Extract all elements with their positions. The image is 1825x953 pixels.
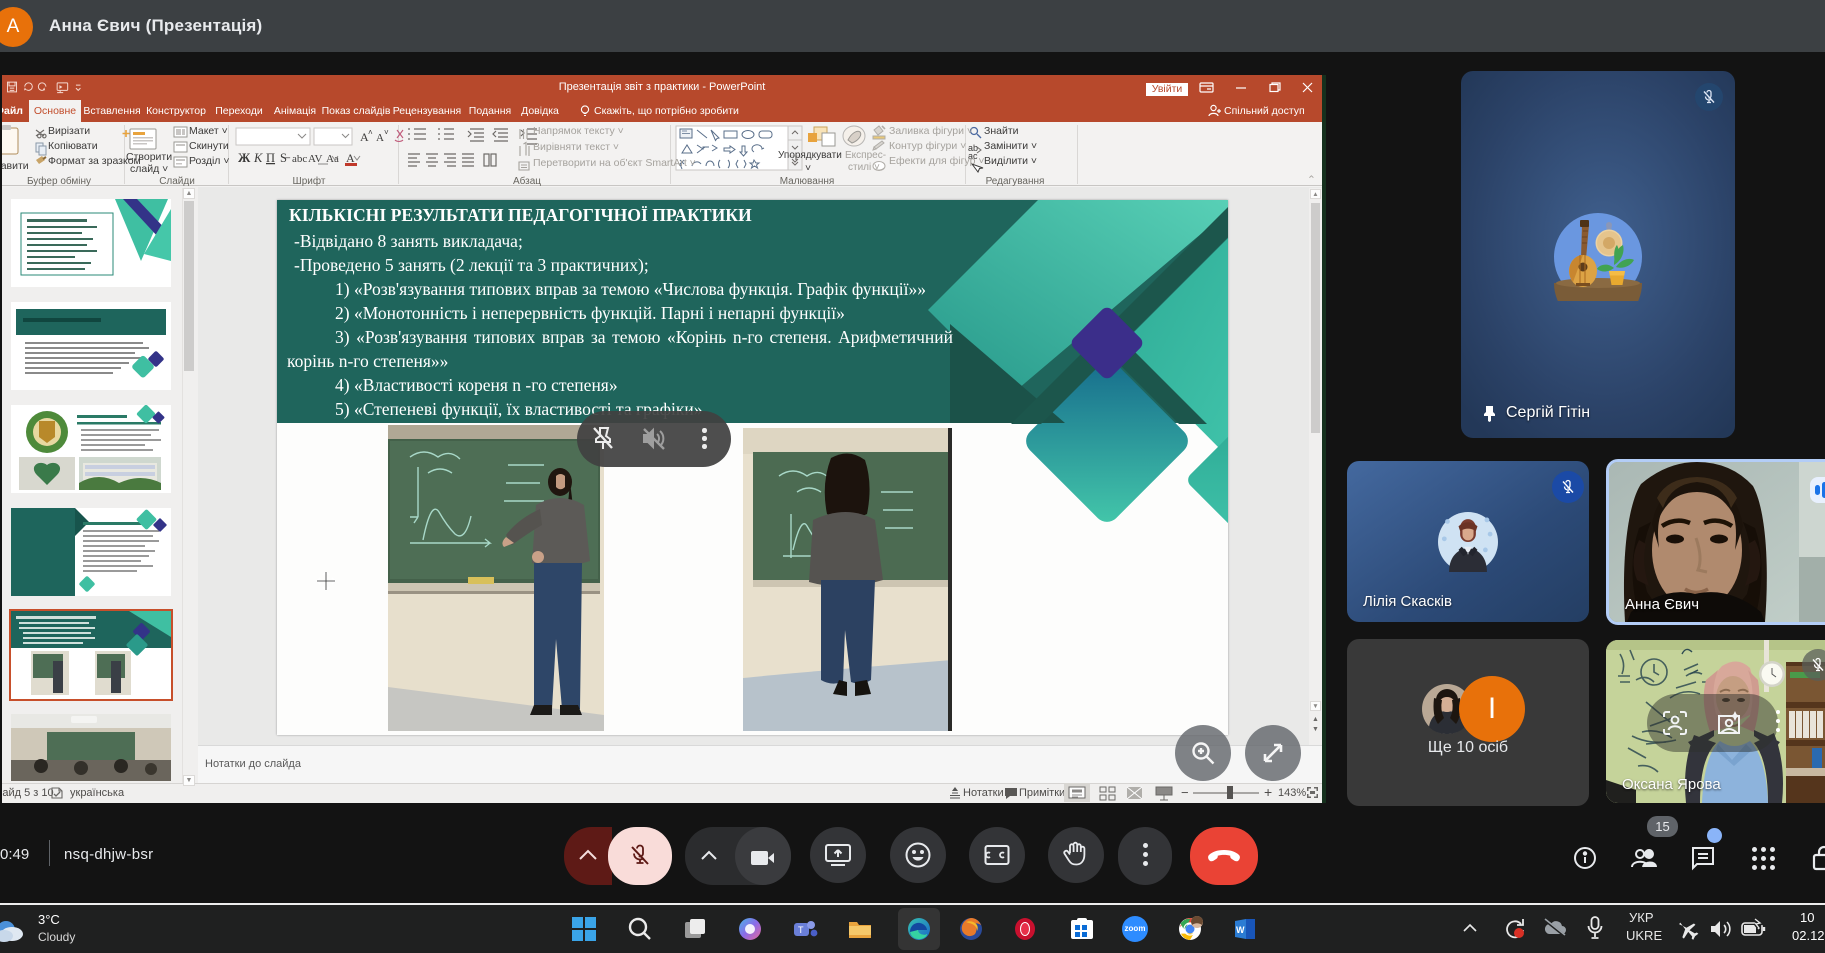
- svg-text:abc: abc: [292, 153, 307, 165]
- svg-text:A: A: [376, 132, 384, 144]
- svg-text:˅: ˅: [384, 128, 389, 137]
- svg-text:AV: AV: [308, 153, 323, 165]
- svg-text:T: T: [798, 925, 804, 935]
- svg-text:Ж: Ж: [238, 151, 251, 165]
- svg-text:A: A: [346, 151, 355, 165]
- svg-text:W: W: [1236, 925, 1245, 935]
- svg-text:К: К: [253, 151, 263, 165]
- svg-text:П: П: [266, 151, 275, 165]
- svg-text:S̶: S̶: [280, 151, 291, 165]
- svg-text:Aa: Aa: [326, 153, 339, 165]
- svg-text:˄: ˄: [368, 128, 373, 137]
